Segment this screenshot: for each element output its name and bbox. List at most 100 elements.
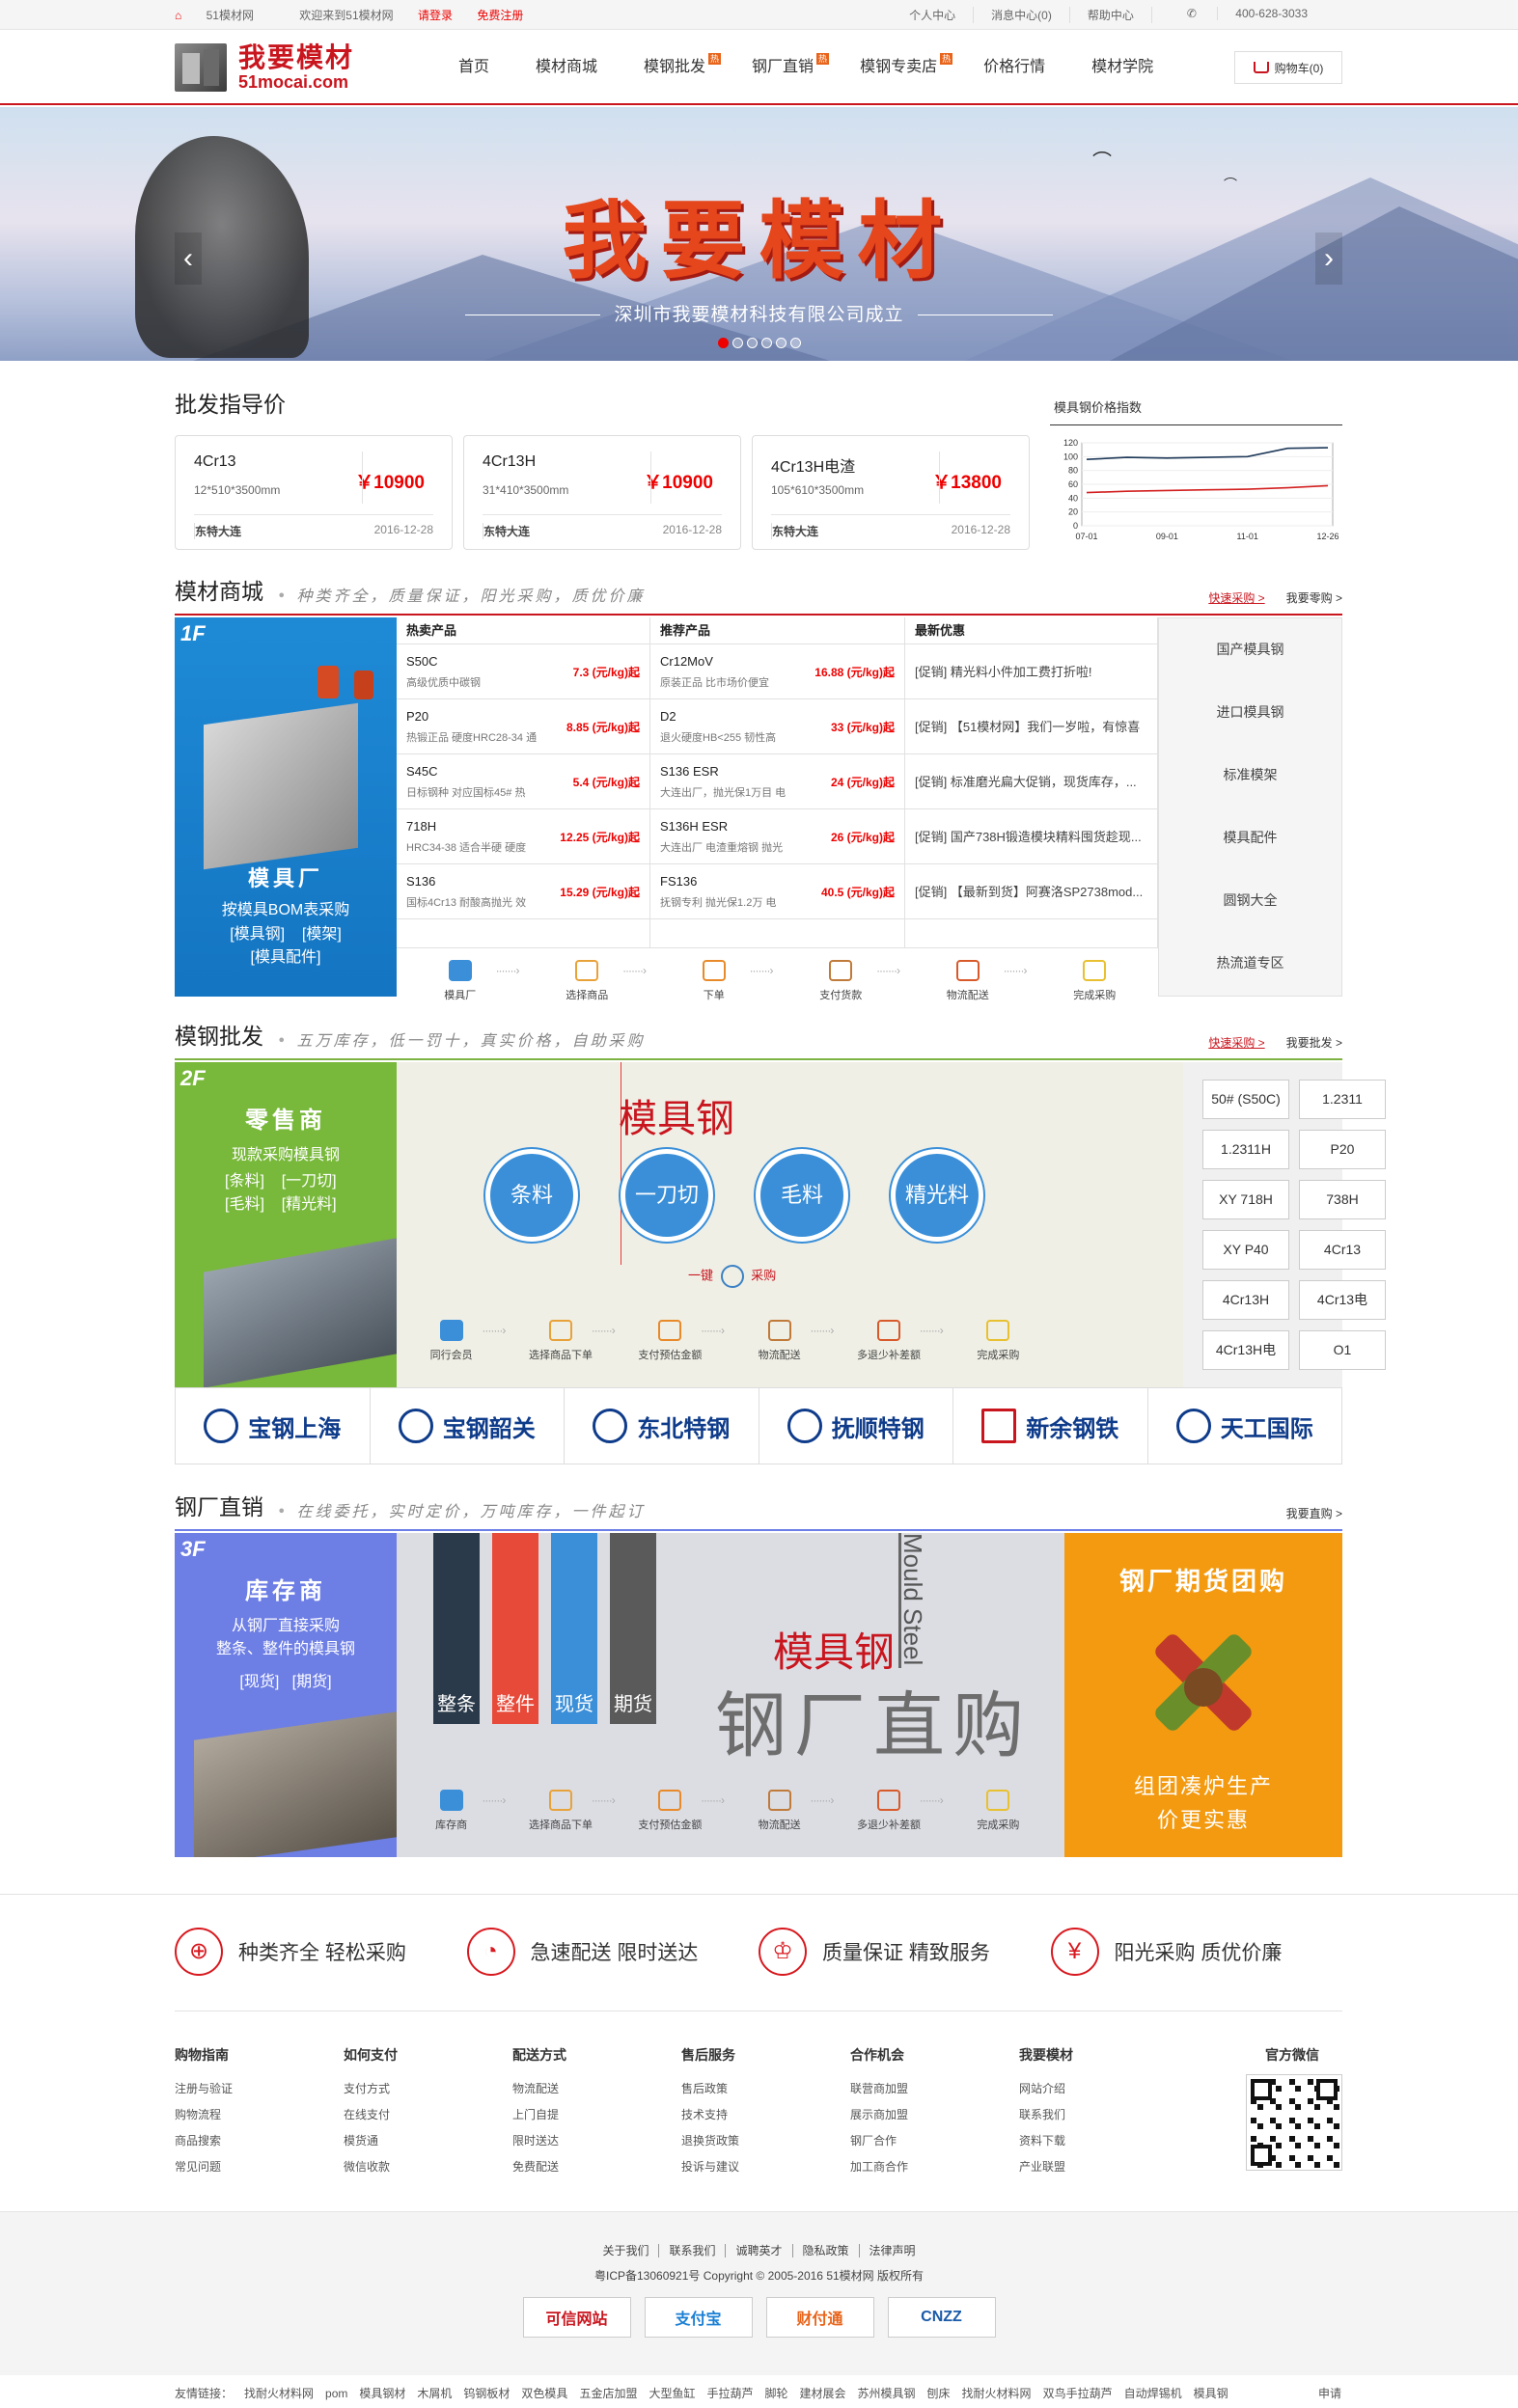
one-click-buy[interactable]: 一键 采购 bbox=[688, 1265, 776, 1288]
footer-link[interactable]: 钢厂合作 bbox=[850, 2128, 908, 2154]
nav-item[interactable]: 首页 bbox=[435, 30, 512, 105]
footer-link[interactable]: 模货通 bbox=[344, 2128, 398, 2154]
friend-link[interactable]: 模具钢材 bbox=[359, 2387, 405, 2400]
footer-link[interactable]: 投诉与建议 bbox=[681, 2154, 739, 2180]
category-link[interactable]: 圆钢大全 bbox=[1159, 869, 1341, 932]
steel-grade-button[interactable]: O1 bbox=[1299, 1330, 1386, 1370]
friend-link[interactable]: 找耐火材料网 bbox=[244, 2387, 314, 2400]
category-circle[interactable]: 毛料 bbox=[756, 1149, 848, 1242]
steel-grade-button[interactable]: 1.2311 bbox=[1299, 1080, 1386, 1119]
friend-link[interactable]: 双色模具 bbox=[521, 2387, 567, 2400]
friend-link[interactable]: 苏州模具钢 bbox=[858, 2387, 916, 2400]
home-link[interactable]: ⌂ 51模材网 bbox=[175, 9, 275, 22]
bottom-link[interactable]: 法律声明 bbox=[858, 2244, 925, 2258]
promotion-item[interactable]: [促销] 【51模材网】我们一岁啦，有惊喜 bbox=[905, 699, 1157, 754]
product-row[interactable]: Cr12MoV 原装正品 比市场价便宜 16.88 (元/kg)起 bbox=[650, 644, 904, 699]
direct-floor-image[interactable]: 3F 库存商 从钢厂直接采购 整条、整件的模具钢 [现货] [期货] bbox=[175, 1533, 397, 1857]
footer-link[interactable]: 上门自提 bbox=[512, 2102, 566, 2128]
category-circle[interactable]: 精光料 bbox=[891, 1149, 983, 1242]
banner-dot[interactable] bbox=[731, 338, 743, 348]
steel-grade-button[interactable]: 4Cr13电 bbox=[1299, 1280, 1386, 1320]
footer-link[interactable]: 售后政策 bbox=[681, 2076, 739, 2102]
steel-grade-button[interactable]: 4Cr13 bbox=[1299, 1230, 1386, 1270]
footer-link[interactable]: 展示商加盟 bbox=[850, 2102, 908, 2128]
steel-grade-button[interactable]: 50# (S50C) bbox=[1202, 1080, 1289, 1119]
category-link[interactable]: 进口模具钢 bbox=[1159, 681, 1341, 744]
trust-badge[interactable]: 可信网站 bbox=[522, 2297, 631, 2338]
retail-buy-link[interactable]: 我要零购 > bbox=[1286, 591, 1342, 605]
cart-button[interactable]: 购物车(0) bbox=[1234, 51, 1342, 84]
nav-item[interactable]: 模钢批发热 bbox=[621, 30, 729, 105]
friend-link[interactable]: 大型鱼缸 bbox=[649, 2387, 695, 2400]
product-row[interactable]: S50C 高级优质中碳钢 7.3 (元/kg)起 bbox=[397, 644, 649, 699]
brand-logo[interactable]: 宝钢韶关 bbox=[369, 1388, 565, 1464]
steel-grade-button[interactable]: 1.2311H bbox=[1202, 1130, 1289, 1169]
apply-link[interactable]: 申请 bbox=[1318, 2385, 1341, 2401]
category-link[interactable]: 热流道专区 bbox=[1159, 932, 1341, 995]
price-card[interactable]: 4Cr13H 31*410*3500mm ￥10900 东特大连 2016-12-28 bbox=[463, 435, 741, 550]
footer-link[interactable]: 网站介绍 bbox=[1019, 2076, 1073, 2102]
product-row[interactable]: D2 退火硬度HB<255 韧性高 33 (元/kg)起 bbox=[650, 699, 904, 754]
banner-next-arrow[interactable]: › bbox=[1315, 233, 1342, 285]
friend-link[interactable]: 模具钢 bbox=[1194, 2387, 1228, 2400]
footer-link[interactable]: 联系我们 bbox=[1019, 2102, 1073, 2128]
footer-link[interactable]: 技术支持 bbox=[681, 2102, 739, 2128]
quick-buy-link[interactable]: 快速采购 > bbox=[1208, 591, 1264, 605]
help-center-link[interactable]: 帮助中心 bbox=[1068, 7, 1151, 23]
register-link[interactable]: 免费注册 bbox=[477, 9, 523, 22]
friend-link[interactable]: 木屑机 bbox=[417, 2387, 452, 2400]
footer-link[interactable]: 注册与验证 bbox=[175, 2076, 233, 2102]
nav-item[interactable]: 模材学院 bbox=[1068, 30, 1176, 105]
brand-logo[interactable]: 抚顺特钢 bbox=[758, 1388, 953, 1464]
trust-badge[interactable]: CNZZ bbox=[887, 2297, 996, 2338]
footer-link[interactable]: 支付方式 bbox=[344, 2076, 398, 2102]
friend-link[interactable]: 脚轮 bbox=[764, 2387, 787, 2400]
promotion-item[interactable]: [促销] 精光料小件加工费打折啦! bbox=[905, 644, 1157, 699]
friend-link[interactable]: 找耐火材料网 bbox=[962, 2387, 1032, 2400]
price-card[interactable]: 4Cr13 12*510*3500mm ￥10900 东特大连 2016-12-28 bbox=[175, 435, 453, 550]
personal-center-link[interactable]: 个人中心 bbox=[892, 7, 973, 23]
footer-link[interactable]: 退换货政策 bbox=[681, 2128, 739, 2154]
promotion-item[interactable]: [促销] 标准磨光扁大促销，现货库存，... bbox=[905, 754, 1157, 809]
footer-link[interactable]: 产业联盟 bbox=[1019, 2154, 1073, 2180]
footer-link[interactable]: 商品搜索 bbox=[175, 2128, 233, 2154]
footer-link[interactable]: 免费配送 bbox=[512, 2154, 566, 2180]
footer-link[interactable]: 常见问题 bbox=[175, 2154, 233, 2180]
friend-link[interactable]: 手拉葫芦 bbox=[706, 2387, 753, 2400]
brand-logo[interactable]: 东北特钢 bbox=[564, 1388, 759, 1464]
friend-link[interactable]: 钨钢板材 bbox=[463, 2387, 510, 2400]
footer-link[interactable]: 在线支付 bbox=[344, 2102, 398, 2128]
banner-dot[interactable] bbox=[760, 338, 772, 348]
brand-logo[interactable]: 天工国际 bbox=[1146, 1388, 1342, 1464]
price-card[interactable]: 4Cr13H电渣 105*610*3500mm ￥13800 东特大连 2016-12-… bbox=[752, 435, 1030, 550]
friend-link[interactable]: 五金店加盟 bbox=[579, 2387, 637, 2400]
logo[interactable]: 我要模材 51mocai.com bbox=[175, 43, 435, 92]
steel-grade-button[interactable]: 4Cr13H bbox=[1202, 1280, 1289, 1320]
group-buy-banner[interactable]: 钢厂期货团购 组团凑炉生产 价更实惠 bbox=[1064, 1533, 1342, 1857]
footer-link[interactable]: 联营商加盟 bbox=[850, 2076, 908, 2102]
footer-link[interactable]: 微信收款 bbox=[344, 2154, 398, 2180]
footer-link[interactable]: 限时送达 bbox=[512, 2128, 566, 2154]
friend-link[interactable]: 建材展会 bbox=[800, 2387, 846, 2400]
steel-grade-button[interactable]: XY P40 bbox=[1202, 1230, 1289, 1270]
quick-buy-link[interactable]: 快速采购 > bbox=[1208, 1036, 1264, 1050]
bottom-link[interactable]: 隐私政策 bbox=[791, 2244, 859, 2258]
product-row[interactable]: S136 国标4Cr13 耐酸高抛光 效 15.29 (元/kg)起 bbox=[397, 864, 649, 919]
category-link[interactable]: 国产模具钢 bbox=[1159, 618, 1341, 681]
steel-grade-button[interactable]: XY 718H bbox=[1202, 1180, 1289, 1219]
brand-logo[interactable]: 新余钢铁 bbox=[952, 1388, 1147, 1464]
footer-link[interactable]: 资料下载 bbox=[1019, 2128, 1073, 2154]
bottom-link[interactable]: 关于我们 bbox=[593, 2244, 658, 2258]
steel-grade-button[interactable]: 4Cr13H电 bbox=[1202, 1330, 1289, 1370]
friend-link[interactable]: 刨床 bbox=[927, 2387, 951, 2400]
footer-link[interactable]: 加工商合作 bbox=[850, 2154, 908, 2180]
steel-grade-button[interactable]: 738H bbox=[1299, 1180, 1386, 1219]
login-link[interactable]: 请登录 bbox=[418, 9, 453, 22]
brand-logo[interactable]: 宝钢上海 bbox=[176, 1388, 370, 1464]
product-row[interactable]: 718H HRC34-38 适合半硬 硬度 12.25 (元/kg)起 bbox=[397, 809, 649, 864]
promotion-item[interactable]: [促销] 国产738H锻造模块精料囤货趁现... bbox=[905, 809, 1157, 864]
product-row[interactable]: P20 热锻正品 硬度HRC28-34 通 8.85 (元/kg)起 bbox=[397, 699, 649, 754]
trust-badge[interactable]: 财付通 bbox=[765, 2297, 874, 2338]
bottom-link[interactable]: 诚聘英才 bbox=[725, 2244, 792, 2258]
message-center-link[interactable]: 消息中心(0) bbox=[973, 7, 1069, 23]
